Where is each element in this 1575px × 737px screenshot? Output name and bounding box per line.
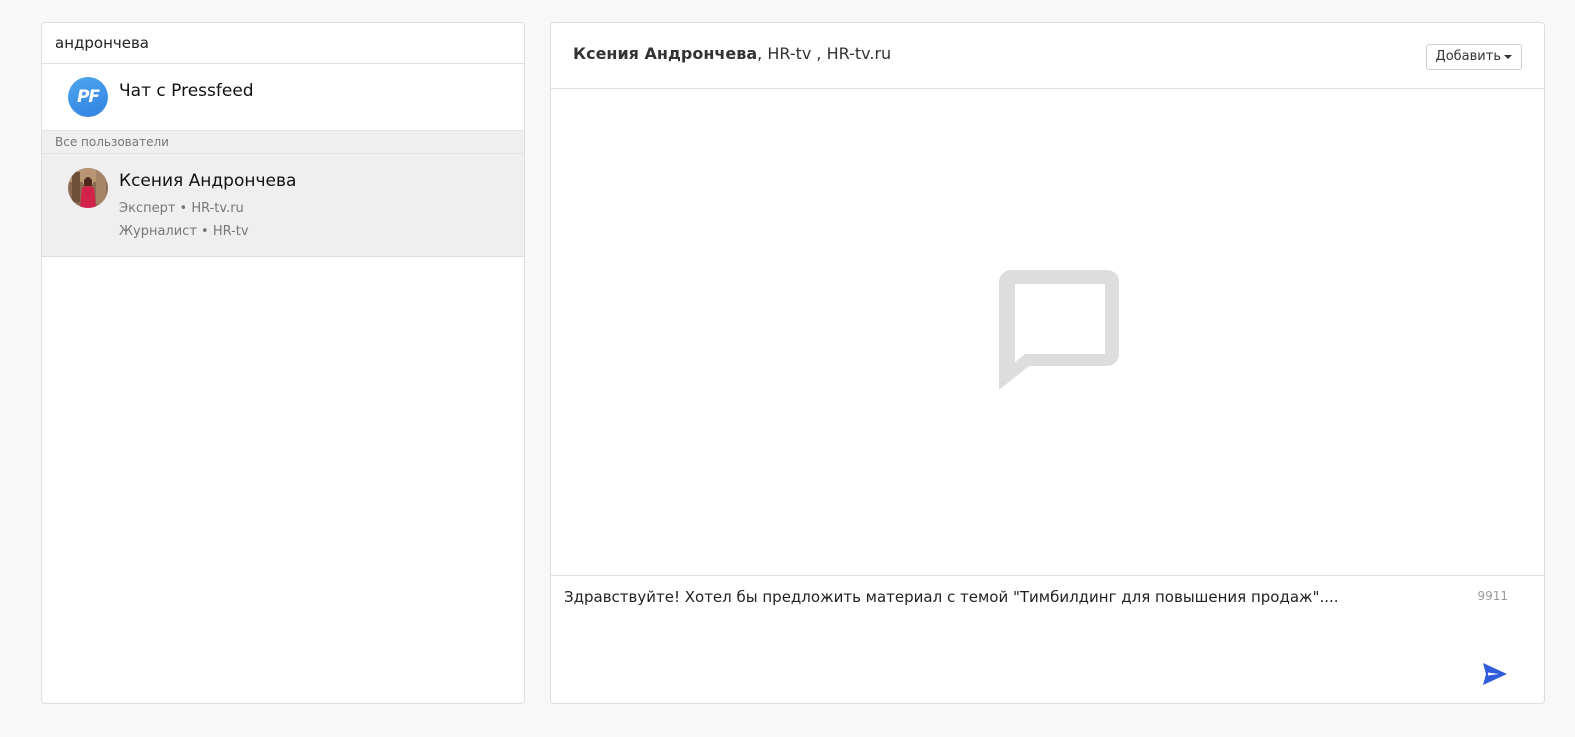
chat-title: Ксения Андрончева, HR-tv , HR-tv.ru (573, 44, 891, 63)
user-role: Журналист • HR-tv (119, 224, 249, 239)
speech-bubble-icon (999, 270, 1119, 390)
all-users-section-header: Все пользователи (42, 131, 524, 154)
message-input[interactable]: Здравствуйте! Хотел бы предложить матери… (564, 588, 1464, 648)
char-counter: 9911 (1477, 589, 1508, 603)
pressfeed-logo: PF (68, 77, 108, 117)
chat-contact-name: Ксения Андрончева (573, 44, 758, 63)
send-icon[interactable] (1482, 662, 1508, 686)
user-list-item[interactable]: Ксения Андрончева Эксперт • HR-tv.ru Жур… (42, 154, 524, 257)
message-composer: Здравствуйте! Хотел бы предложить матери… (551, 576, 1544, 703)
caret-down-icon (1504, 54, 1512, 59)
pressfeed-chat-label: Чат с Pressfeed (119, 81, 254, 101)
search-input[interactable] (42, 23, 524, 64)
add-button-label: Добавить (1435, 49, 1501, 64)
user-role: Эксперт • HR-tv.ru (119, 201, 244, 216)
chat-contact-affiliation: , HR-tv , HR-tv.ru (757, 44, 892, 63)
add-button[interactable]: Добавить (1425, 44, 1522, 70)
user-name: Ксения Андрончева (119, 171, 297, 191)
avatar (68, 168, 108, 208)
message-area (551, 89, 1544, 576)
pressfeed-chat-item[interactable]: PF Чат с Pressfeed (42, 64, 524, 131)
conversation-list-panel: PF Чат с Pressfeed Все пользователи Ксен… (41, 22, 525, 704)
chat-panel: Ксения Андрончева, HR-tv , HR-tv.ru Доба… (550, 22, 1545, 704)
chat-header: Ксения Андрончева, HR-tv , HR-tv.ru Доба… (551, 23, 1544, 89)
